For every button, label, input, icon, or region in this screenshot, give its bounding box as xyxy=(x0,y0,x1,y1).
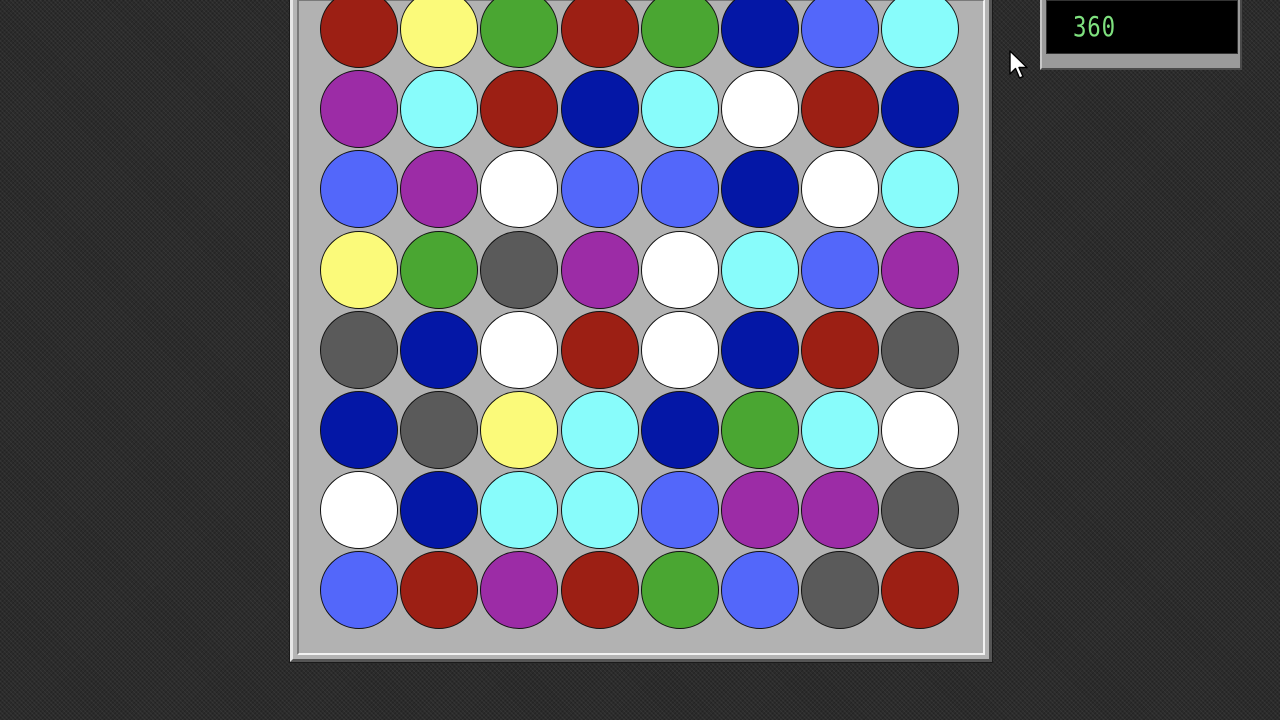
ball-purple-r4-c8[interactable] xyxy=(881,230,960,309)
ball-navy-r6-c5[interactable] xyxy=(640,391,719,469)
ball-gray-r4-c3[interactable] xyxy=(480,230,559,309)
ball-gray-r5-c1[interactable] xyxy=(320,310,398,389)
ball-purple-r7-c6[interactable] xyxy=(721,471,799,550)
ball-green-r8-c5[interactable] xyxy=(640,551,719,630)
ball-white-r5-c5[interactable] xyxy=(640,310,719,389)
ball-red-r5-c4[interactable] xyxy=(560,310,639,389)
mouse-cursor-icon xyxy=(1009,50,1028,79)
ball-cyan-r4-c6[interactable] xyxy=(721,230,799,309)
ball-green-r6-c6[interactable] xyxy=(721,391,799,469)
ball-white-r5-c3[interactable] xyxy=(480,310,559,389)
ball-blue-r7-c5[interactable] xyxy=(640,471,719,550)
ball-cyan-r6-c7[interactable] xyxy=(801,391,880,469)
ball-green-r4-c2[interactable] xyxy=(400,230,479,309)
ball-navy-r5-c2[interactable] xyxy=(400,310,479,389)
ball-white-r7-c1[interactable] xyxy=(320,471,398,550)
ball-navy-r6-c1[interactable] xyxy=(320,391,398,469)
ball-blue-r8-c1[interactable] xyxy=(320,551,398,630)
score-value: 360 xyxy=(1073,10,1116,43)
ball-navy-r2-c4[interactable] xyxy=(560,70,639,149)
ball-navy-r7-c2[interactable] xyxy=(400,471,479,550)
ball-blue-r4-c7[interactable] xyxy=(801,230,880,309)
ball-yellow-r6-c3[interactable] xyxy=(480,391,559,469)
ball-white-r4-c5[interactable] xyxy=(640,230,719,309)
ball-cyan-r2-c2[interactable] xyxy=(400,70,479,149)
ball-gray-r6-c2[interactable] xyxy=(400,391,479,469)
ball-cyan-r6-c4[interactable] xyxy=(560,391,639,469)
ball-red-r2-c7[interactable] xyxy=(801,70,880,149)
ball-blue-r3-c1[interactable] xyxy=(320,150,398,229)
ball-navy-r5-c6[interactable] xyxy=(721,310,799,389)
ball-navy-r3-c6[interactable] xyxy=(721,150,799,229)
ball-cyan-r2-c5[interactable] xyxy=(640,70,719,149)
ball-yellow-r4-c1[interactable] xyxy=(320,230,398,309)
ball-blue-r3-c5[interactable] xyxy=(640,150,719,229)
ball-blue-r8-c6[interactable] xyxy=(721,551,799,630)
ball-purple-r7-c7[interactable] xyxy=(801,471,880,550)
score-panel: 360 xyxy=(1040,0,1242,70)
ball-red-r5-c7[interactable] xyxy=(801,310,880,389)
ball-red-r8-c4[interactable] xyxy=(560,551,639,630)
score-display: 360 xyxy=(1046,0,1238,54)
ball-white-r6-c8[interactable] xyxy=(881,391,960,469)
ball-cyan-r7-c4[interactable] xyxy=(560,471,639,550)
ball-gray-r5-c8[interactable] xyxy=(881,310,960,389)
ball-white-r2-c6[interactable] xyxy=(721,70,799,149)
ball-purple-r4-c4[interactable] xyxy=(560,230,639,309)
game-board xyxy=(289,0,993,663)
ball-purple-r2-c1[interactable] xyxy=(320,70,398,149)
ball-blue-r3-c4[interactable] xyxy=(560,150,639,229)
